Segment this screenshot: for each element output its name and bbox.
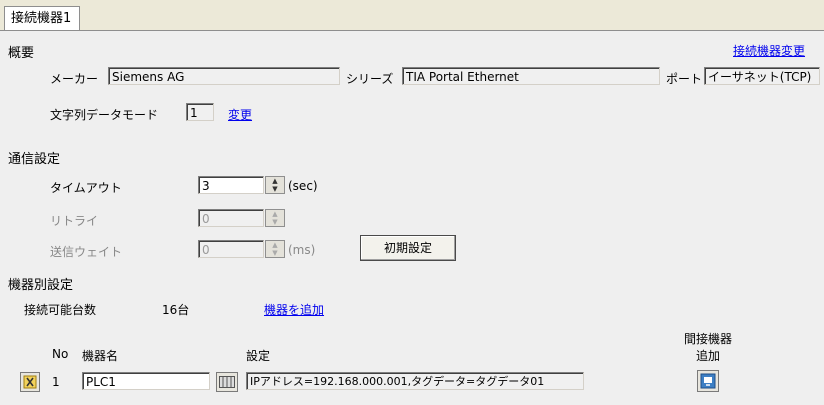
timeout-spinner[interactable]: ▲ ▼: [265, 176, 285, 194]
maker-label: メーカー: [50, 72, 99, 86]
connectable-label: 接続可能台数: [24, 303, 97, 317]
device-settings-heading: 機器別設定: [8, 278, 74, 293]
spin-up-icon[interactable]: ▲: [266, 210, 284, 218]
indirect-device-add-button[interactable]: [697, 370, 719, 392]
spin-up-icon[interactable]: ▲: [266, 177, 284, 185]
change-device-link[interactable]: 接続機器変更: [733, 42, 805, 59]
timeout-label: タイムアウト: [50, 181, 122, 195]
maker-field: Siemens AG: [108, 67, 340, 85]
col-indirect-line1: 間接機器: [683, 332, 732, 346]
port-field: イーサネット(TCP): [704, 67, 820, 85]
device-name-input[interactable]: PLC1: [82, 372, 210, 390]
string-mode-change-link[interactable]: 変更: [228, 106, 252, 123]
retry-label: リトライ: [50, 214, 99, 228]
tab-device-1[interactable]: 接続機器1: [4, 6, 81, 31]
series-field: TIA Portal Ethernet: [402, 67, 660, 85]
retry-input[interactable]: 0: [198, 209, 264, 227]
spin-down-icon[interactable]: ▼: [266, 185, 284, 193]
col-settings-header: 設定: [246, 349, 271, 363]
timeout-unit: (sec): [288, 179, 318, 193]
connectable-count: 16台: [162, 303, 190, 317]
overview-heading: 概要: [8, 46, 35, 61]
device-tool-button[interactable]: [20, 372, 40, 392]
add-device-icon: [700, 373, 716, 389]
tab-bar: [0, 0, 824, 30]
string-mode-label: 文字列データモード: [50, 108, 159, 122]
col-indirect-line2: 追加: [695, 349, 720, 363]
spin-up-icon[interactable]: ▲: [266, 241, 284, 249]
col-indirect-header: 間接機器 追加: [676, 330, 740, 364]
timeout-input[interactable]: 3: [198, 176, 264, 194]
retry-spinner[interactable]: ▲ ▼: [265, 209, 285, 227]
spin-down-icon[interactable]: ▼: [266, 218, 284, 226]
row-no: 1: [52, 375, 60, 389]
wait-spinner[interactable]: ▲ ▼: [265, 240, 285, 258]
wait-unit: (ms): [288, 243, 316, 257]
col-name-header: 機器名: [82, 349, 119, 363]
wrench-icon: [23, 375, 37, 389]
settings-grid-icon: [219, 376, 235, 388]
spin-down-icon[interactable]: ▼: [266, 249, 284, 257]
initial-settings-button[interactable]: 初期設定: [360, 235, 456, 261]
device-settings-field: IPアドレス=192.168.000.001,タグデータ=タグデータ01: [246, 372, 584, 390]
add-device-link[interactable]: 機器を追加: [264, 301, 324, 318]
wait-input[interactable]: 0: [198, 240, 264, 258]
device-settings-button[interactable]: [216, 372, 238, 392]
wait-label: 送信ウェイト: [50, 245, 123, 259]
string-mode-field: 1: [186, 103, 214, 121]
port-label: ポート: [666, 72, 703, 86]
col-no-header: No: [52, 347, 69, 361]
series-label: シリーズ: [346, 72, 394, 86]
comm-heading: 通信設定: [8, 152, 61, 167]
